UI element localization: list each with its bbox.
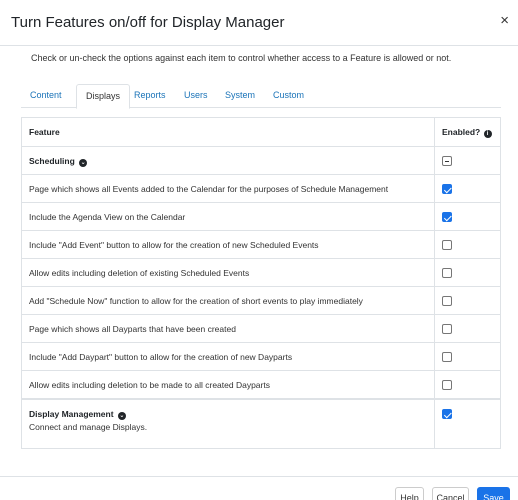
feature-label: Include "Add Daypart" button to allow fo…	[29, 352, 293, 362]
group-subtitle-display-management: Connect and manage Displays.	[29, 422, 148, 432]
feature-checkbox[interactable]	[442, 296, 452, 306]
table-row: Allow edits including deletion to be mad…	[22, 370, 500, 398]
feature-checkbox[interactable]	[442, 240, 452, 250]
feature-label: Allow edits including deletion to be mad…	[29, 380, 270, 390]
feature-label: Add "Schedule Now" function to allow for…	[29, 296, 363, 306]
cancel-button[interactable]: Cancel	[432, 487, 469, 500]
table-row: Add "Schedule Now" function to allow for…	[22, 286, 500, 314]
info-icon[interactable]: i	[483, 130, 492, 138]
feature-label: Allow edits including deletion of existi…	[29, 268, 250, 278]
tab-users[interactable]: Users	[175, 84, 217, 108]
group-title-scheduling: Scheduling ⌄	[29, 147, 88, 175]
feature-label: Page which shows all Dayparts that have …	[29, 324, 236, 334]
feature-toggle-modal: Turn Features on/off for Display Manager…	[0, 0, 518, 500]
table-row: Page which shows all Events added to the…	[22, 174, 500, 202]
modal-title: Turn Features on/off for Display Manager	[11, 14, 285, 31]
table-header-row: Feature Enabled? i	[22, 118, 500, 146]
scheduling-group-checkbox[interactable]	[442, 156, 452, 166]
feature-label: Page which shows all Events added to the…	[29, 184, 389, 194]
collapse-icon[interactable]: ⌄	[79, 159, 88, 167]
tab-content[interactable]: Content	[21, 84, 71, 108]
table-row: Include "Add Event" button to allow for …	[22, 230, 500, 258]
header-enabled-label: Enabled?	[442, 127, 481, 137]
header-feature: Feature	[29, 127, 60, 137]
group-label-scheduling: Scheduling	[29, 156, 75, 166]
group-row-display-management: Display Management ⌄ Connect and manage …	[22, 398, 500, 448]
tab-system[interactable]: System	[216, 84, 264, 108]
tab-custom[interactable]: Custom	[264, 84, 313, 108]
group-row-scheduling: Scheduling ⌄	[22, 146, 500, 174]
feature-tabs: Content Displays Reports Users System Cu…	[21, 84, 501, 109]
feature-checkbox[interactable]	[442, 324, 452, 334]
feature-checkbox[interactable]	[442, 268, 452, 278]
display-management-group-checkbox[interactable]	[442, 409, 452, 419]
modal-header: Turn Features on/off for Display Manager…	[0, 0, 518, 46]
features-table: Feature Enabled? i Scheduling ⌄ Page whi…	[21, 117, 501, 449]
save-button[interactable]: Save	[477, 487, 510, 500]
collapse-icon[interactable]: ⌄	[117, 412, 126, 420]
table-row: Include "Add Daypart" button to allow fo…	[22, 342, 500, 370]
feature-label: Include the Agenda View on the Calendar	[29, 212, 186, 222]
tab-reports[interactable]: Reports	[125, 84, 175, 108]
group-label-display-management: Display Management	[29, 409, 114, 419]
close-icon[interactable]: ×	[500, 13, 509, 28]
feature-label: Include "Add Event" button to allow for …	[29, 240, 319, 250]
tab-displays[interactable]: Displays	[76, 84, 131, 109]
feature-checkbox[interactable]	[442, 352, 452, 362]
header-enabled: Enabled? i	[442, 118, 492, 146]
modal-footer: Help Cancel Save	[0, 476, 518, 500]
feature-checkbox[interactable]	[442, 184, 452, 194]
help-button[interactable]: Help	[395, 487, 424, 500]
feature-checkbox[interactable]	[442, 380, 452, 390]
table-row: Page which shows all Dayparts that have …	[22, 314, 500, 342]
table-row: Allow edits including deletion of existi…	[22, 258, 500, 286]
feature-checkbox[interactable]	[442, 212, 452, 222]
modal-description: Check or un-check the options against ea…	[31, 53, 452, 63]
table-row: Include the Agenda View on the Calendar	[22, 202, 500, 230]
